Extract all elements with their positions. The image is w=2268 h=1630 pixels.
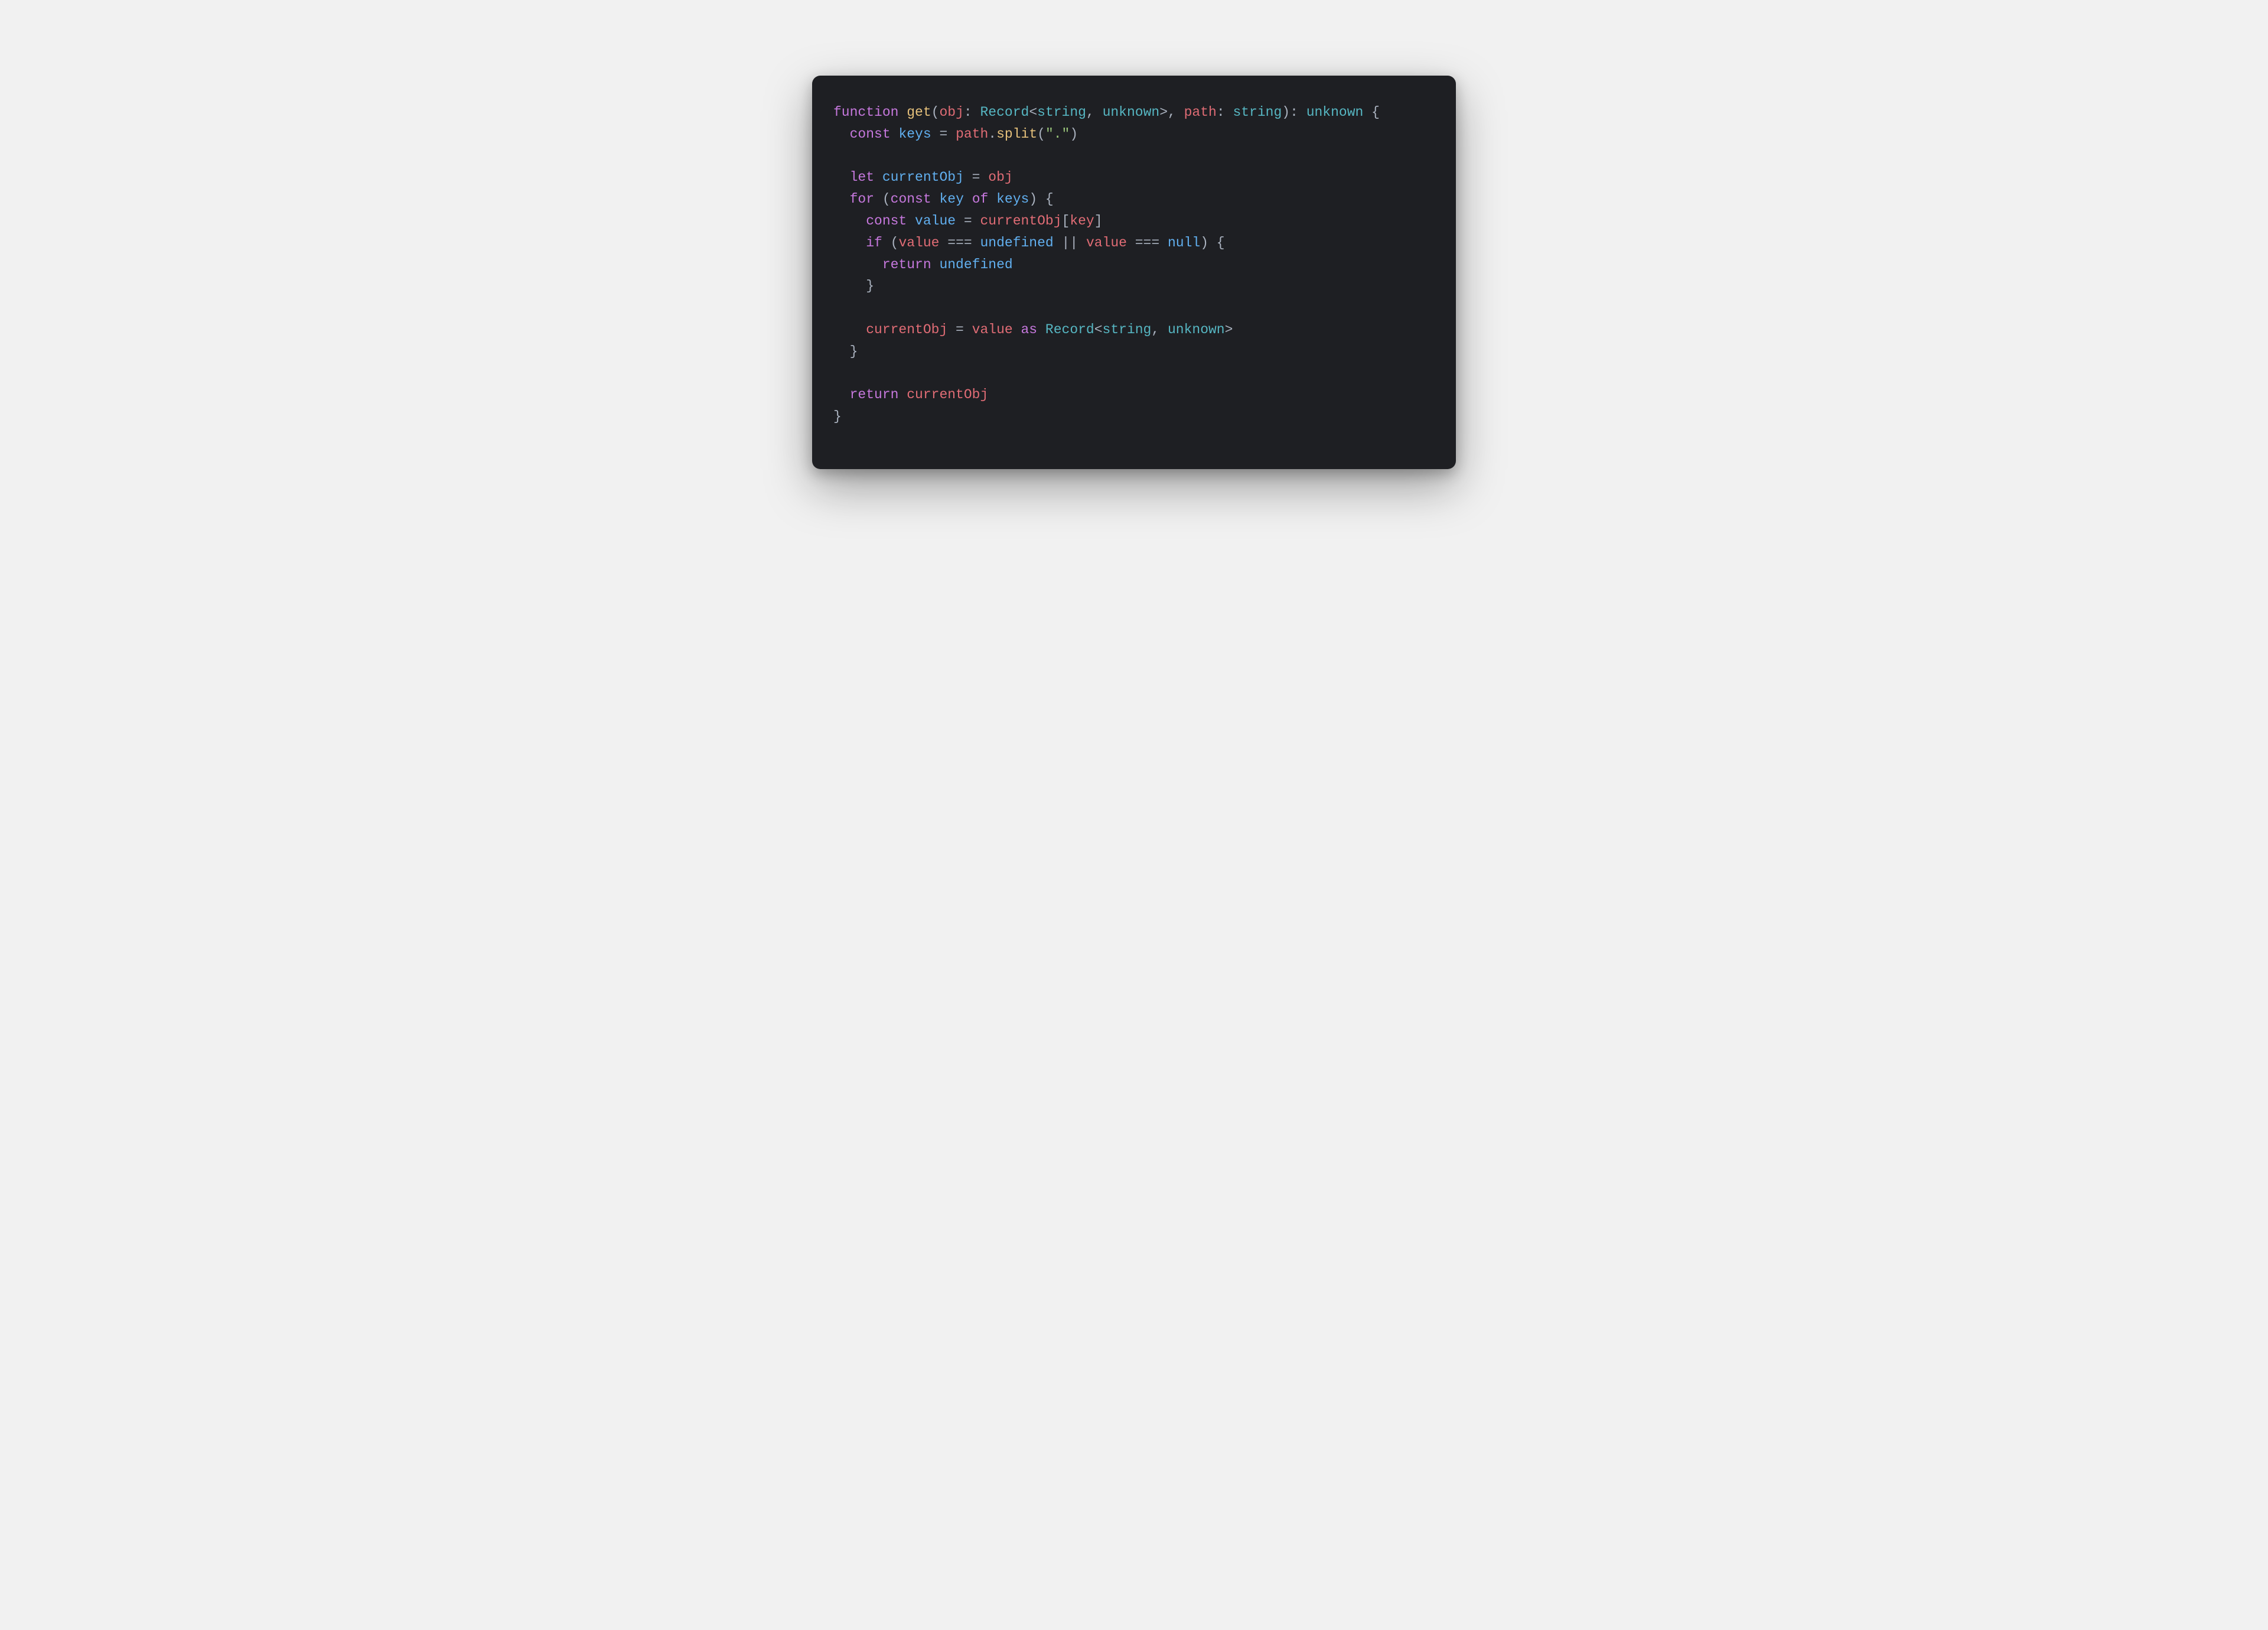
- code-token: const: [866, 213, 915, 229]
- code-token: obj: [988, 170, 1012, 185]
- code-token: }: [833, 409, 842, 424]
- code-token: key: [1070, 213, 1094, 229]
- code-token: value: [1086, 235, 1127, 250]
- code-token: unknown: [1103, 105, 1160, 120]
- code-token: .: [988, 126, 996, 142]
- code-token: ):: [1282, 105, 1306, 120]
- code-token: [833, 257, 882, 272]
- code-token: [833, 170, 850, 185]
- code-token: currentObj: [866, 322, 947, 337]
- code-token: [: [1062, 213, 1070, 229]
- code-token: [833, 191, 850, 207]
- code-token: let: [850, 170, 882, 185]
- code-token: if: [866, 235, 890, 250]
- code-token: [833, 213, 866, 229]
- code-token: value: [972, 322, 1013, 337]
- code-token: >: [1225, 322, 1233, 337]
- code-token: undefined: [939, 257, 1012, 272]
- code-token: ===: [1127, 235, 1168, 250]
- code-token: :: [964, 105, 980, 120]
- code-token: =: [964, 170, 988, 185]
- code-token: key: [939, 191, 963, 207]
- code-block: function get(obj: Record<string, unknown…: [833, 102, 1435, 428]
- code-token: [833, 126, 850, 142]
- code-token: ,: [1151, 322, 1168, 337]
- code-token: currentObj: [882, 170, 964, 185]
- code-token: return: [882, 257, 940, 272]
- code-card: function get(obj: Record<string, unknown…: [812, 76, 1456, 469]
- code-token: as: [1013, 322, 1045, 337]
- code-token: <: [1094, 322, 1103, 337]
- code-token: >,: [1159, 105, 1184, 120]
- code-token: obj: [939, 105, 963, 120]
- code-token: undefined: [980, 235, 1053, 250]
- code-token: ===: [939, 235, 980, 250]
- code-token: Record: [1045, 322, 1094, 337]
- code-token: ".": [1045, 126, 1070, 142]
- code-token: ||: [1054, 235, 1086, 250]
- code-token: [833, 322, 866, 337]
- code-token: (: [891, 235, 899, 250]
- code-token: string: [1103, 322, 1152, 337]
- code-token: value: [898, 235, 939, 250]
- code-token: =: [956, 213, 980, 229]
- code-token: keys: [898, 126, 931, 142]
- code-token: const: [850, 126, 899, 142]
- code-token: of: [964, 191, 996, 207]
- code-token: ): [1070, 126, 1078, 142]
- code-token: Record: [980, 105, 1029, 120]
- code-token: (: [1037, 126, 1045, 142]
- code-token: get: [907, 105, 931, 120]
- code-token: path: [1184, 105, 1217, 120]
- code-token: (: [882, 191, 891, 207]
- code-token: ) {: [1029, 191, 1053, 207]
- code-token: unknown: [1306, 105, 1364, 120]
- code-token: currentObj: [907, 387, 988, 402]
- code-token: {: [1363, 105, 1380, 120]
- code-token: (: [931, 105, 940, 120]
- code-token: keys: [996, 191, 1029, 207]
- code-token: ) {: [1200, 235, 1224, 250]
- code-token: [833, 387, 850, 402]
- code-token: for: [850, 191, 882, 207]
- code-token: [833, 235, 866, 250]
- code-token: string: [1233, 105, 1282, 120]
- code-token: const: [891, 191, 940, 207]
- code-token: }: [833, 278, 874, 294]
- code-token: unknown: [1168, 322, 1225, 337]
- code-token: null: [1168, 235, 1200, 250]
- code-token: }: [833, 344, 858, 359]
- code-token: currentObj: [980, 213, 1061, 229]
- code-token: :: [1217, 105, 1233, 120]
- code-token: value: [915, 213, 956, 229]
- code-token: =: [931, 126, 956, 142]
- code-token: split: [996, 126, 1037, 142]
- code-token: <: [1029, 105, 1037, 120]
- code-token: =: [947, 322, 972, 337]
- code-token: string: [1037, 105, 1086, 120]
- code-token: function: [833, 105, 907, 120]
- code-token: path: [956, 126, 988, 142]
- code-token: ,: [1086, 105, 1103, 120]
- code-token: return: [850, 387, 907, 402]
- code-token: ]: [1094, 213, 1103, 229]
